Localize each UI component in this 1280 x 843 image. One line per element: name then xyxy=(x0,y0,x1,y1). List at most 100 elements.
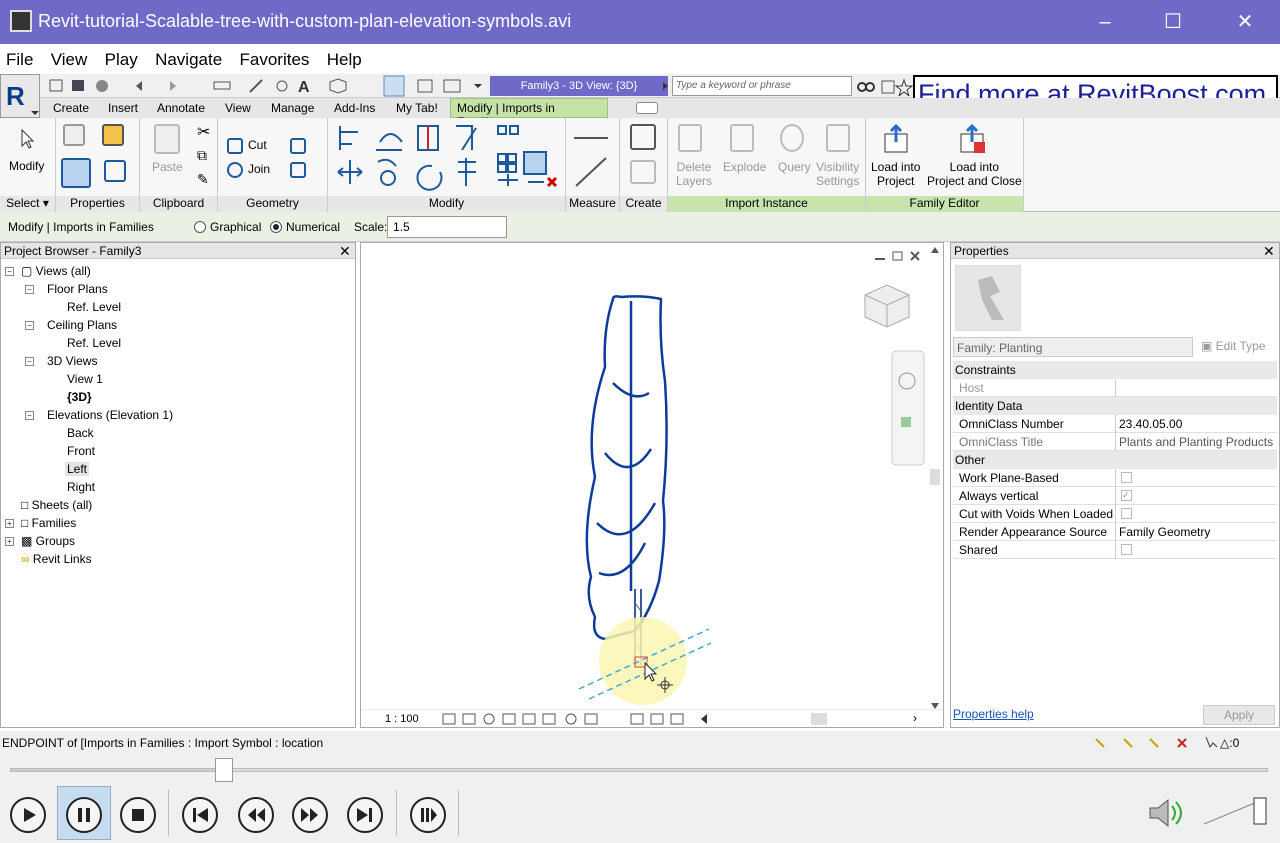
next-icon[interactable] xyxy=(347,797,383,833)
tree-item-families[interactable]: □ Families xyxy=(21,516,76,530)
visibility-settings-button[interactable]: Visibility Settings xyxy=(816,160,859,188)
collapse-icon[interactable]: − xyxy=(25,357,34,366)
query-button[interactable]: Query xyxy=(778,160,811,174)
prop-cut-with-voids[interactable]: Cut with Voids When Loaded xyxy=(953,505,1277,523)
tab-manage[interactable]: Manage xyxy=(271,101,314,115)
maximize-icon[interactable]: ☐ xyxy=(1158,8,1188,36)
prop-always-vertical[interactable]: Always vertical ✓ xyxy=(953,487,1277,505)
join-icon[interactable] xyxy=(227,162,243,178)
seek-thumb[interactable] xyxy=(214,758,233,782)
scale-input[interactable]: 1.5 xyxy=(387,216,507,238)
paste-icon[interactable] xyxy=(154,124,180,154)
revit-logo-icon[interactable]: R xyxy=(0,74,40,118)
explode-icon[interactable] xyxy=(730,124,754,152)
tab-add-ins[interactable]: Add-Ins xyxy=(334,101,375,115)
edit-type-button[interactable]: ▣ Edit Type xyxy=(1201,339,1265,353)
search-input[interactable]: Type a keyword or phrase xyxy=(672,76,852,96)
properties-help-link[interactable]: Properties help xyxy=(953,707,1034,721)
tree-item-revit-links[interactable]: ∞ Revit Links xyxy=(21,552,92,566)
menu-file[interactable]: File xyxy=(6,44,33,70)
match-properties-icon[interactable]: ✎ xyxy=(197,171,209,188)
tree-item-elevations[interactable]: Elevations (Elevation 1) xyxy=(47,408,173,422)
volume-icon[interactable] xyxy=(1146,796,1188,830)
prop-work-plane-based[interactable]: Work Plane-Based xyxy=(953,469,1277,487)
tree-item-view-1[interactable]: View 1 xyxy=(67,372,103,386)
rewind-icon[interactable] xyxy=(238,797,274,833)
copy-icon[interactable]: ⧉ xyxy=(197,147,207,164)
view-control-icons[interactable] xyxy=(441,712,711,726)
menu-help[interactable]: Help xyxy=(327,44,362,70)
tab-view[interactable]: View xyxy=(225,101,251,115)
properties-palette-icon[interactable] xyxy=(61,158,91,188)
play-icon[interactable] xyxy=(10,797,46,833)
menu-navigate[interactable]: Navigate xyxy=(155,44,222,70)
delete-layers-icon[interactable] xyxy=(678,124,702,152)
seek-bar[interactable] xyxy=(10,768,1268,772)
type-selector[interactable]: Family: Planting xyxy=(953,337,1193,357)
collapse-icon[interactable]: − xyxy=(25,285,34,294)
filter-count[interactable]: △:0 xyxy=(1220,736,1239,750)
explode-button[interactable]: Explode xyxy=(723,160,766,174)
cut-icon[interactable]: ✂ xyxy=(197,122,210,142)
section-other[interactable]: Other xyxy=(953,451,1277,469)
section-constraints[interactable]: Constraints xyxy=(953,361,1277,379)
family-types-icon[interactable] xyxy=(102,124,124,146)
menu-view[interactable]: View xyxy=(51,44,88,70)
create-group-icon[interactable] xyxy=(630,124,656,150)
view-canvas[interactable]: 1 : 100 › xyxy=(360,242,944,728)
tab-modify-imports[interactable]: Modify | Imports in Families xyxy=(450,98,608,129)
tree-item-right[interactable]: Right xyxy=(67,480,95,494)
work-plane-checkbox[interactable] xyxy=(1121,472,1132,483)
prop-render-appearance[interactable]: Render Appearance Source Family Geometry xyxy=(953,523,1277,541)
minimize-icon[interactable]: – xyxy=(1090,8,1120,36)
tree-item-floor-plans[interactable]: Floor Plans xyxy=(47,282,108,296)
pause-icon[interactable] xyxy=(66,797,102,833)
tree-item-ceiling-ref-level[interactable]: Ref. Level xyxy=(67,336,121,350)
scroll-right-icon[interactable]: › xyxy=(913,711,917,725)
prop-omniclass-number[interactable]: OmniClass Number 23.40.05.00 xyxy=(953,415,1277,433)
ribbon-toggle-icon[interactable] xyxy=(636,102,658,114)
shared-checkbox[interactable] xyxy=(1121,544,1132,555)
tree-item-front[interactable]: Front xyxy=(67,444,95,458)
expand-icon[interactable]: + xyxy=(5,537,14,546)
view-title-arrow-icon[interactable] xyxy=(661,80,669,92)
apply-button[interactable]: Apply xyxy=(1203,705,1275,725)
view-scale[interactable]: 1 : 100 xyxy=(385,713,419,725)
horizontal-scroll-thumb[interactable] xyxy=(811,713,827,725)
collapse-icon[interactable]: − xyxy=(25,321,34,330)
cut-voids-checkbox[interactable] xyxy=(1121,508,1132,519)
cut-geometry-icon[interactable] xyxy=(227,138,243,154)
load-into-project-close-button[interactable]: Load into Project and Close xyxy=(927,160,1022,188)
visibility-settings-icon[interactable] xyxy=(826,124,850,152)
menu-favorites[interactable]: Favorites xyxy=(240,44,310,70)
tree-item-sheets[interactable]: □ Sheets (all) xyxy=(21,498,92,512)
panel-label-select[interactable]: Select ▾ xyxy=(0,196,55,212)
close-icon[interactable]: ✕ xyxy=(1263,243,1275,259)
tree-item-ref-level[interactable]: Ref. Level xyxy=(67,300,121,314)
collapse-icon[interactable]: − xyxy=(25,411,34,420)
tree-item-ceiling-plans[interactable]: Ceiling Plans xyxy=(47,318,117,332)
always-vertical-checkbox[interactable]: ✓ xyxy=(1121,490,1132,501)
wall-joins-icon[interactable] xyxy=(290,138,306,154)
numerical-radio[interactable] xyxy=(270,221,282,233)
load-into-project-icon[interactable] xyxy=(882,124,910,154)
section-identity-data[interactable]: Identity Data xyxy=(953,397,1277,415)
family-category-icon[interactable] xyxy=(104,160,126,182)
tree-item-3d[interactable]: {3D} xyxy=(67,390,92,404)
tab-insert[interactable]: Insert xyxy=(108,101,138,115)
close-icon[interactable]: ✕ xyxy=(1230,8,1260,36)
type-properties-icon[interactable] xyxy=(63,124,85,146)
expand-icon[interactable]: + xyxy=(5,519,14,528)
stop-icon[interactable] xyxy=(120,797,156,833)
measure-icon[interactable] xyxy=(572,126,616,190)
tree-item-groups[interactable]: ▩ Groups xyxy=(21,534,75,548)
previous-icon[interactable] xyxy=(182,797,218,833)
delete-layers-button[interactable]: Delete Layers xyxy=(676,160,712,188)
tree-item-views[interactable]: ▢ Views (all) xyxy=(21,264,91,278)
cut-geometry-button[interactable]: Cut xyxy=(248,138,267,152)
menu-play[interactable]: Play xyxy=(105,44,138,70)
tree-item-back[interactable]: Back xyxy=(67,426,94,440)
load-into-project-close-icon[interactable] xyxy=(958,124,986,154)
split-face-icon[interactable] xyxy=(290,162,306,178)
tree-item-left[interactable]: Left xyxy=(65,462,90,476)
